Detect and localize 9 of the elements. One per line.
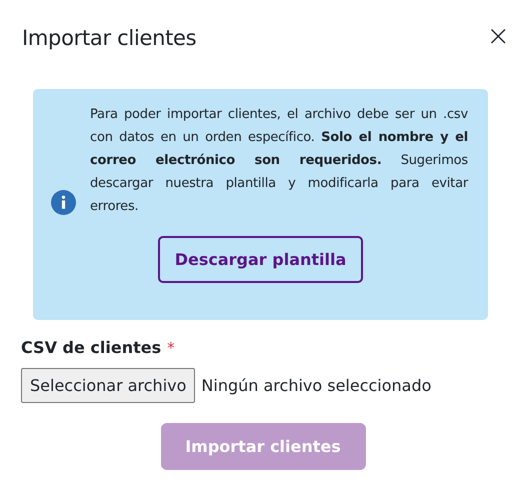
info-text: Para poder importar clientes, el archivo debe ser un .csv con datos en un orden específico. Solo el nombre y el correo electrónico son requeridos. Sugerimos descargar nuestra plantilla y modificarla para evitar errores.: [90, 106, 468, 216]
file-status: Ningún archivo seleccionado: [201, 374, 432, 396]
download-template-button[interactable]: Descargar plantilla: [158, 236, 363, 283]
choose-file-button[interactable]: Seleccionar archivo: [21, 368, 196, 403]
info-icon: [51, 190, 76, 215]
field-label: CSV de clientes: [21, 337, 162, 359]
dialog-title: Importar clientes: [22, 25, 196, 52]
required-mark: *: [167, 338, 175, 359]
close-button[interactable]: ×: [486, 22, 510, 50]
